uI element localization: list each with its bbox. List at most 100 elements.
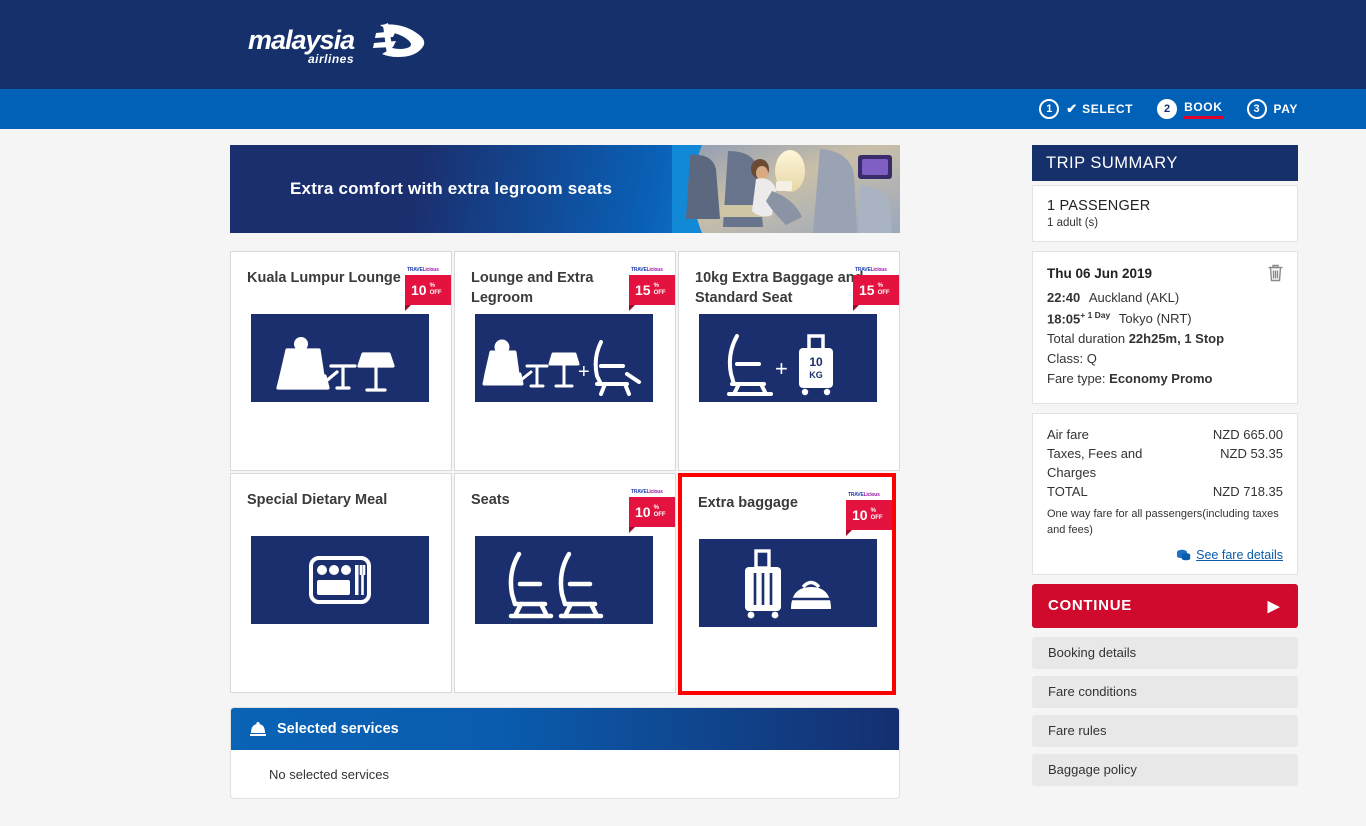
fare-panel: Air fare NZD 665.00 Taxes, Fees and Char… xyxy=(1032,413,1298,575)
discount-ribbon: 10 % OFF xyxy=(846,500,892,536)
step-book-label: BOOK xyxy=(1184,100,1223,119)
link-fare-rules[interactable]: Fare rules xyxy=(1032,714,1298,747)
fare-value: NZD 718.35 xyxy=(1212,483,1283,499)
card-10kg-extra-baggage-and-standard-seat[interactable]: 10kg Extra Baggage and Standard Seat + 1… xyxy=(678,251,900,471)
arrive-city: Tokyo (NRT) xyxy=(1118,311,1192,327)
fare-row: Air fare NZD 665.00 xyxy=(1047,426,1283,445)
link-baggage-policy[interactable]: Baggage policy xyxy=(1032,753,1298,786)
svg-text:malaysia: malaysia xyxy=(248,25,355,55)
selected-services-title: Selected services xyxy=(277,721,399,737)
card-image: + 10 KG xyxy=(699,314,877,402)
class-value: Q xyxy=(1086,351,1097,367)
discount-value: 10 xyxy=(411,282,427,298)
trip-summary-title: TRIP SUMMARY xyxy=(1046,153,1178,172)
travelicious-logo: TRAVELicious xyxy=(855,267,887,273)
malaysia-airlines-logo[interactable]: malaysia airlines xyxy=(248,19,438,71)
discount-badge: TRAVELicious 10 % OFF xyxy=(629,489,675,533)
coins-icon xyxy=(1177,549,1191,561)
card-image xyxy=(699,539,877,627)
discount-badge: TRAVELicious 10 % OFF xyxy=(846,493,892,536)
discount-ribbon: 10 % OFF xyxy=(405,275,451,311)
suitcase-duffel-bag-icon xyxy=(745,549,831,619)
travelicious-logo: TRAVELicious xyxy=(631,267,663,273)
depart-time: 22:40 xyxy=(1047,290,1081,305)
fare-label: TOTAL xyxy=(1047,483,1088,499)
discount-value: 10 xyxy=(852,507,868,523)
fare-type-value: Economy Promo xyxy=(1109,371,1213,387)
site-header: malaysia airlines xyxy=(0,0,1366,89)
discount-unit: % OFF xyxy=(877,283,890,296)
see-fare-details-link[interactable]: See fare details xyxy=(1047,548,1283,562)
continue-button[interactable]: CONTINUE ▶ xyxy=(1032,583,1298,628)
selected-services-panel: Selected services No selected services xyxy=(230,707,900,799)
fare-label: Taxes, Fees and Charges xyxy=(1047,446,1143,481)
discount-value: 15 xyxy=(859,282,875,298)
arrive-row: 18:05+ 1 Day Tokyo (NRT) xyxy=(1047,310,1283,326)
flight-panel: Thu 06 Jun 2019 22:40 Auckland (AKL) 18:… xyxy=(1032,251,1298,405)
link-booking-details[interactable]: Booking details xyxy=(1032,636,1298,669)
steps-list: 1 ✔ SELECT 2 BOOK 3 PAY xyxy=(1039,99,1298,119)
duration-value: 22h25m, 1 Stop xyxy=(1128,331,1225,347)
svg-text:+: + xyxy=(775,356,788,381)
discount-ribbon: 10 % OFF xyxy=(629,497,675,533)
trip-summary-column: TRIP SUMMARY 1 PASSENGER 1 adult (s) Thu… xyxy=(1032,145,1298,799)
promo-banner-text: Extra comfort with extra legroom seats xyxy=(290,179,613,198)
fare-type-row: Fare type: Economy Promo xyxy=(1047,371,1283,386)
discount-unit: % OFF xyxy=(653,505,666,518)
travelicious-logo: TRAVELicious xyxy=(631,489,663,495)
step-pay-label: PAY xyxy=(1273,102,1298,116)
continue-label: CONTINUE xyxy=(1048,597,1132,615)
step-pay-number: 3 xyxy=(1246,99,1267,119)
step-select[interactable]: 1 ✔ SELECT xyxy=(1039,99,1133,119)
discount-unit: % OFF xyxy=(429,283,442,296)
svg-text:+: + xyxy=(578,361,590,383)
card-lounge-and-extra-legroom[interactable]: Lounge and Extra Legroom + TRAVELicious … xyxy=(454,251,676,471)
card-special-dietary-meal[interactable]: Special Dietary Meal xyxy=(230,473,452,693)
svg-text:airlines: airlines xyxy=(308,52,354,66)
link-label: Baggage policy xyxy=(1048,762,1137,778)
arrive-time: 18:05 xyxy=(1047,311,1081,327)
link-label: Booking details xyxy=(1048,645,1137,661)
travelicious-logo: TRAVELicious xyxy=(407,267,439,273)
arrive-day-offset: + 1 Day xyxy=(1080,310,1111,320)
card-extra-baggage[interactable]: Extra baggage TRAVELicious 10 % OFF xyxy=(678,473,896,695)
fare-row-total: TOTAL NZD 718.35 xyxy=(1047,483,1283,502)
duration-row: Total duration 22h25m, 1 Stop xyxy=(1047,331,1283,346)
step-pay[interactable]: 3 PAY xyxy=(1246,99,1298,119)
lounge-plus-legroom-seat-icon: + xyxy=(482,339,641,396)
svg-text:KG: KG xyxy=(809,370,823,380)
depart-city: Auckland (AKL) xyxy=(1088,290,1180,305)
booking-step-bar: 1 ✔ SELECT 2 BOOK 3 PAY xyxy=(0,89,1366,129)
promo-banner: Extra comfort with extra legroom seats xyxy=(230,145,900,233)
trash-icon[interactable] xyxy=(1267,264,1284,283)
arrow-right-icon: ▶ xyxy=(1267,597,1280,615)
class-label: Class: xyxy=(1047,351,1084,367)
two-seats-icon xyxy=(508,551,604,619)
fare-note: One way fare for all passengers(includin… xyxy=(1047,507,1279,537)
step-select-label: SELECT xyxy=(1082,102,1134,116)
passenger-panel: 1 PASSENGER 1 adult (s) xyxy=(1032,185,1298,242)
card-kuala-lumpur-lounge[interactable]: Kuala Lumpur Lounge TRAVELicious 10 % OF… xyxy=(230,251,452,471)
card-title: Special Dietary Meal xyxy=(247,492,388,508)
step-select-number: 1 xyxy=(1039,99,1060,119)
link-fare-conditions[interactable]: Fare conditions xyxy=(1032,675,1298,708)
discount-badge: TRAVELicious 10 % OFF xyxy=(405,267,451,311)
discount-ribbon: 15 % OFF xyxy=(629,275,675,311)
link-label: Fare rules xyxy=(1048,723,1107,739)
meal-tray-icon xyxy=(309,556,371,604)
discount-value: 15 xyxy=(635,282,651,298)
duration-label: Total duration xyxy=(1047,331,1126,347)
discount-ribbon: 15 % OFF xyxy=(853,275,899,311)
card-image xyxy=(251,314,429,402)
step-book[interactable]: 2 BOOK xyxy=(1157,99,1223,119)
see-fare-details-label: See fare details xyxy=(1196,547,1283,562)
depart-row: 22:40 Auckland (AKL) xyxy=(1047,290,1283,305)
fare-label: Air fare xyxy=(1047,427,1089,443)
passenger-breakdown: 1 adult (s) xyxy=(1047,217,1099,229)
card-seats[interactable]: Seats TRAVELicious 10 % OFF xyxy=(454,473,676,693)
discount-badge: TRAVELicious 15 % OFF xyxy=(629,267,675,311)
card-image xyxy=(475,536,653,624)
class-row: Class: Q xyxy=(1047,351,1283,366)
card-image xyxy=(251,536,429,624)
discount-value: 10 xyxy=(635,504,651,520)
